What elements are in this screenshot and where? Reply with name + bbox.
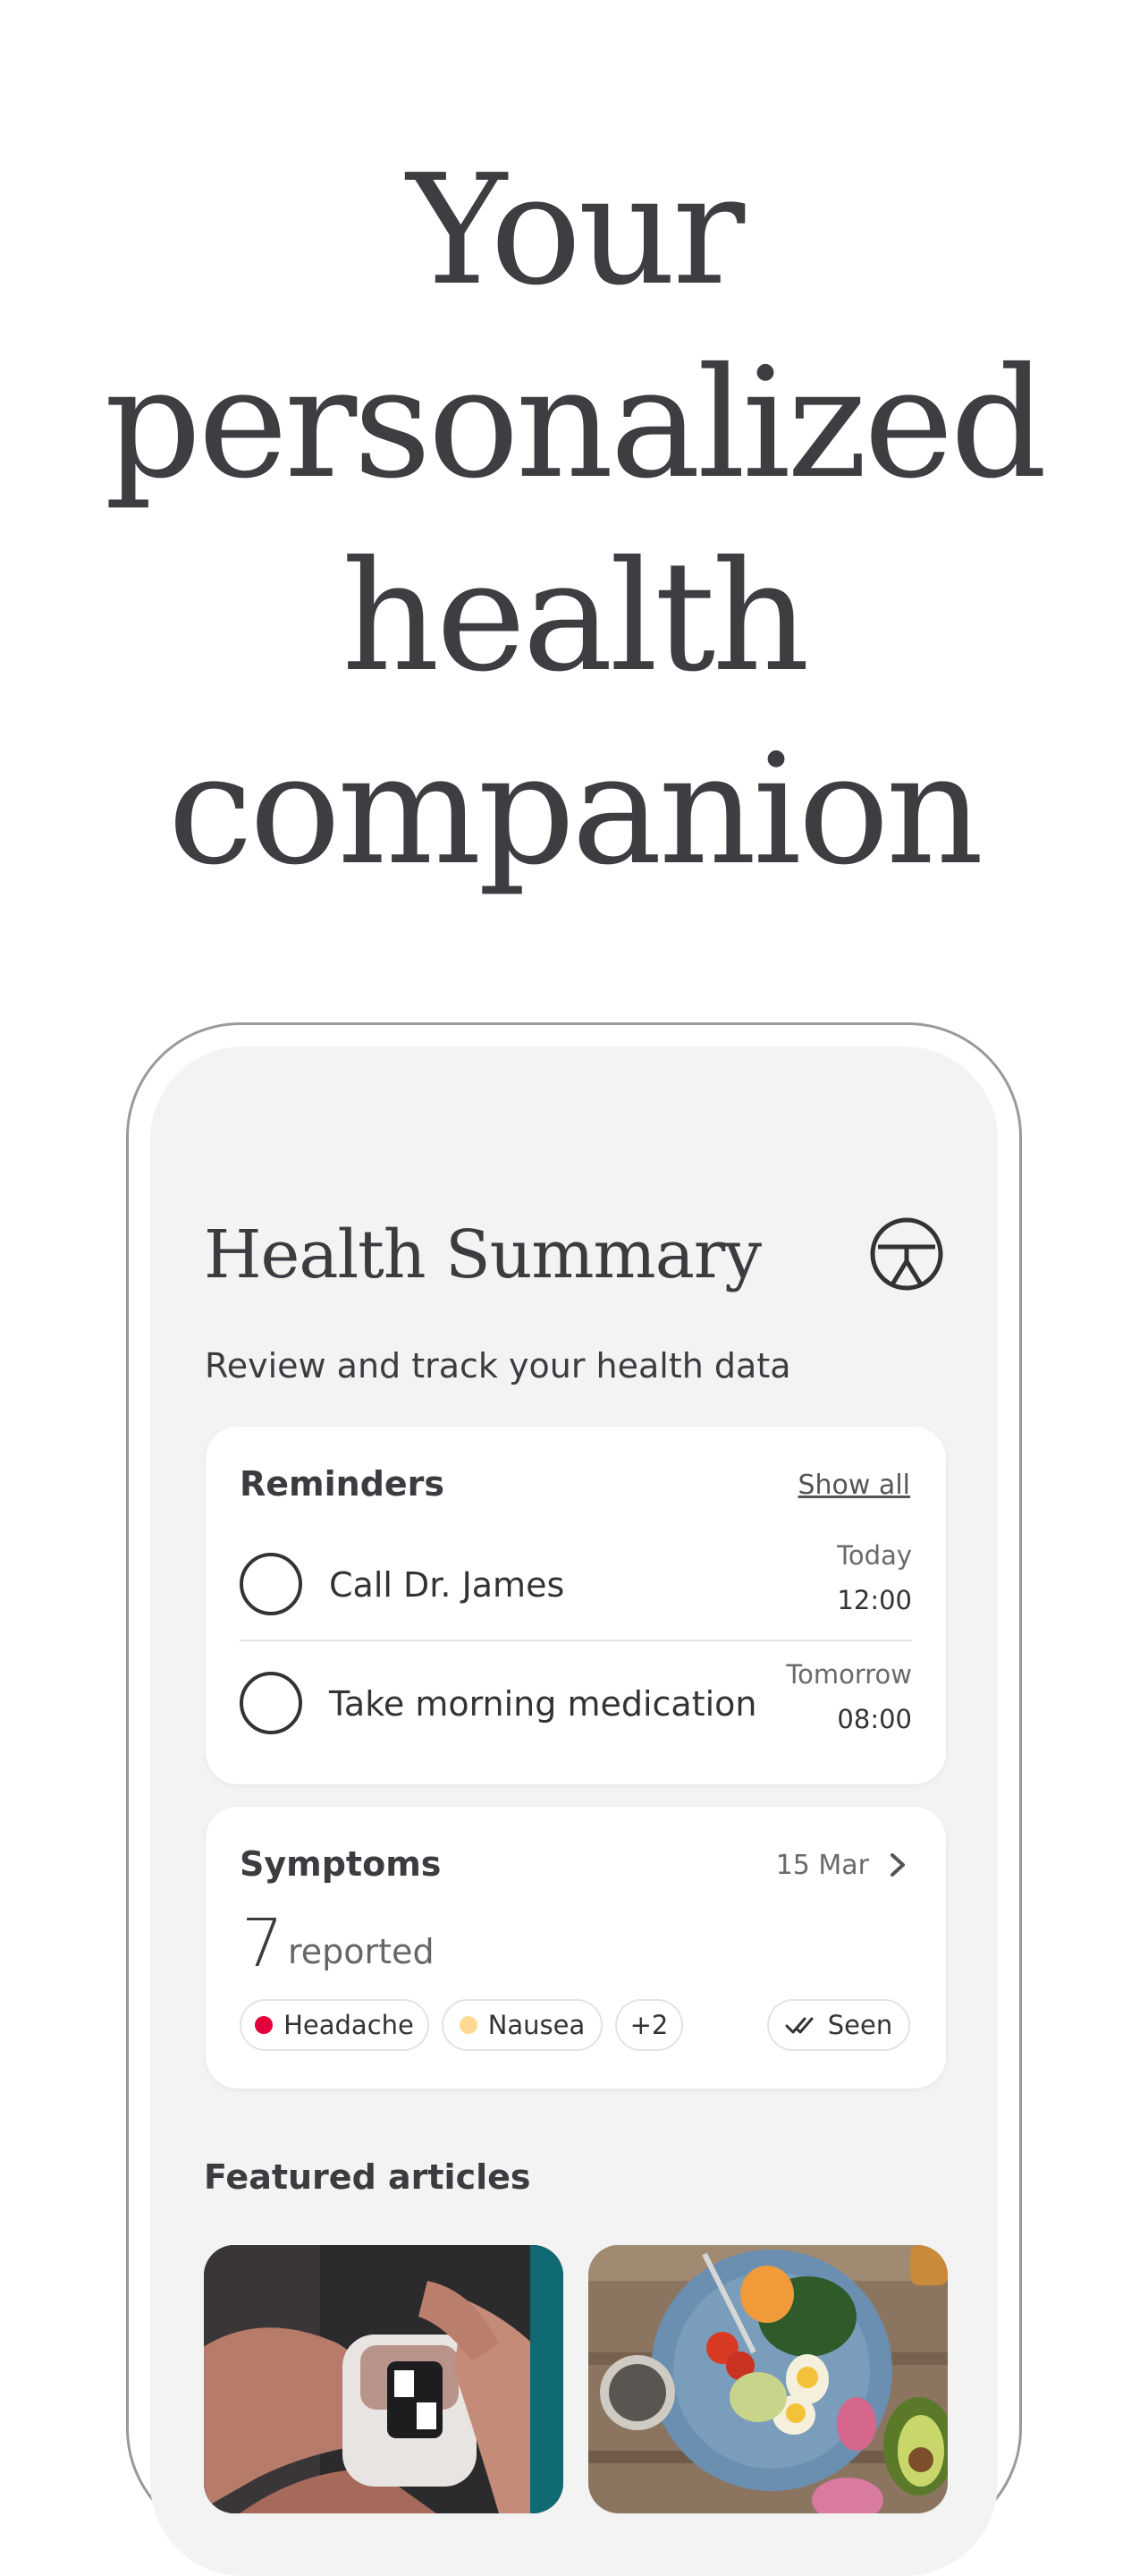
body-figure-icon[interactable] [869,1216,944,1292]
hero-line: personalized [104,335,1048,513]
reminder-item[interactable]: Call Dr. James Today 12:00 [240,1530,912,1628]
double-check-icon [785,2017,814,2034]
phone-frame: Health Summary Review and track your hea… [126,1022,1022,2576]
symptom-chip-headache[interactable]: Headache [240,1999,429,2051]
article-card[interactable] [588,2245,948,2513]
reminder-item[interactable]: Take morning medication Tomorrow 08:00 [240,1648,912,1747]
reminders-title: Reminders [240,1464,445,1504]
reminder-checkbox[interactable] [240,1553,302,1615]
seen-label: Seen [827,2010,893,2040]
hero-headline: Your personalized health companion [0,134,1148,907]
symptoms-date: 15 Mar [775,1850,869,1881]
reminder-checkbox[interactable] [240,1672,302,1734]
chip-label: Nausea [487,2010,586,2040]
symptoms-count-label: reported [288,1932,435,1971]
symptoms-title: Symptoms [240,1844,442,1884]
reminder-time: 12:00 [837,1585,912,1615]
article-card[interactable] [204,2245,563,2513]
hero-line: companion [167,722,984,899]
chevron-right-icon[interactable] [885,1850,910,1880]
status-dot [459,2016,477,2034]
reminder-label: Call Dr. James [329,1565,565,1605]
reminders-card: Reminders Show all Call Dr. James Today … [206,1427,946,1784]
hero-line: Your [406,142,746,319]
symptoms-count: 7 [241,1905,284,1982]
hero-line: health [342,529,810,706]
symptoms-card[interactable]: Symptoms 15 Mar 7 reported Headache Naus… [206,1807,946,2089]
reminder-day: Tomorrow [786,1659,912,1690]
pulse-oximeter-image [204,2245,563,2513]
symptom-chip-nausea[interactable]: Nausea [442,1999,603,2051]
show-all-link[interactable]: Show all [798,1470,910,1501]
chip-label: Headache [283,2010,414,2040]
more-symptoms-chip[interactable]: +2 [615,1999,683,2051]
status-dot [255,2016,274,2034]
reminder-label: Take morning medication [329,1684,757,1724]
app-screen: Health Summary Review and track your hea… [150,1046,998,2576]
page-subtitle: Review and track your health data [205,1346,791,1385]
seen-badge[interactable]: Seen [767,1999,910,2051]
articles-title: Featured articles [204,2157,531,2197]
reminder-day: Today [837,1540,912,1571]
healthy-salad-image [588,2245,948,2513]
page-title: Health Summary [204,1216,762,1293]
reminder-time: 08:00 [837,1704,912,1734]
divider [240,1640,912,1641]
